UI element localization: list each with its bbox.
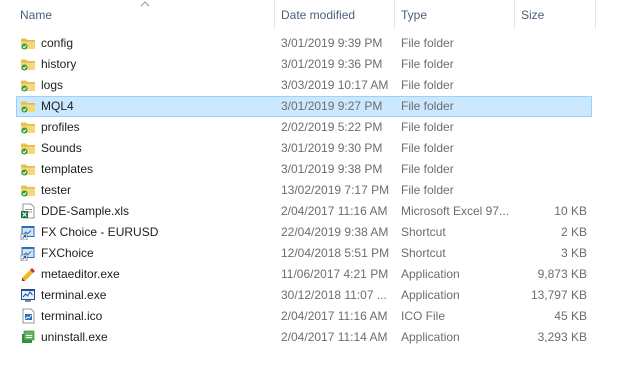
file-date-modified: 3/01/2019 9:36 PM [281, 57, 383, 71]
file-name[interactable]: templates [41, 159, 271, 180]
file-size [515, 96, 587, 117]
file-size: 3,293 KB [537, 330, 587, 344]
file-date-modified: 30/12/2018 11:07 ... [281, 288, 387, 302]
column-header-date-modified[interactable]: Date modified [274, 0, 394, 29]
sort-ascending-icon [140, 0, 150, 7]
file-name[interactable]: MQL4 [41, 96, 271, 117]
file-type: Application [401, 330, 460, 344]
file-size: 45 KB [554, 309, 587, 323]
file-type: File folder [401, 120, 454, 134]
file-name[interactable]: logs [41, 75, 271, 96]
file-row[interactable]: FX Choice - EURUSD 22/04/2019 9:38 AM Shor… [0, 222, 596, 243]
file-name[interactable]: profiles [41, 117, 271, 138]
file-name[interactable]: Sounds [41, 138, 271, 159]
file-date-modified: 2/04/2017 11:16 AM [281, 204, 388, 218]
file-explorer-details-view: Name Date modified Type Size config 3/01/… [0, 0, 639, 373]
file-size [515, 159, 587, 180]
file-name[interactable]: DDE-Sample.xls [41, 201, 271, 222]
file-name[interactable]: uninstall.exe [41, 327, 271, 348]
column-header-size[interactable]: Size [514, 0, 596, 29]
file-row[interactable]: logs 3/03/2019 10:17 AM File folder [0, 75, 596, 96]
folder-icon [20, 182, 36, 198]
editor-app-icon [20, 266, 36, 282]
file-name[interactable]: metaeditor.exe [41, 264, 271, 285]
ico-file-icon [20, 308, 36, 324]
file-type: File folder [401, 78, 454, 92]
folder-icon [20, 35, 36, 51]
file-row[interactable]: tester 13/02/2019 7:17 PM File folder [0, 180, 596, 201]
shortcut-icon [20, 245, 36, 261]
file-type: File folder [401, 183, 454, 197]
file-name[interactable]: FXChoice [41, 243, 271, 264]
file-row[interactable]: MQL4 3/01/2019 9:27 PM File folder [0, 96, 596, 117]
file-date-modified: 3/01/2019 9:27 PM [281, 99, 383, 113]
file-type: ICO File [401, 309, 446, 323]
file-size [515, 54, 587, 75]
file-type: Application [401, 267, 460, 281]
file-type: File folder [401, 57, 454, 71]
folder-icon [20, 140, 36, 156]
file-size [515, 180, 587, 201]
column-divider[interactable] [595, 0, 596, 29]
file-size: 13,797 KB [530, 288, 587, 302]
file-date-modified: 3/01/2019 9:30 PM [281, 141, 383, 155]
file-row[interactable]: uninstall.exe 2/04/2017 11:14 AM Applicati… [0, 327, 596, 348]
excel-file-icon [20, 203, 36, 219]
column-header-type[interactable]: Type [394, 0, 514, 29]
file-date-modified: 2/02/2019 5:22 PM [281, 120, 383, 134]
file-name[interactable]: tester [41, 180, 271, 201]
file-row[interactable]: metaeditor.exe 11/06/2017 4:21 PM Applicat… [0, 264, 596, 285]
file-size: 9,873 KB [537, 267, 587, 281]
file-row[interactable]: templates 3/01/2019 9:38 PM File folder [0, 159, 596, 180]
file-row[interactable]: profiles 2/02/2019 5:22 PM File folder [0, 117, 596, 138]
file-name[interactable]: terminal.exe [41, 285, 271, 306]
file-date-modified: 3/03/2019 10:17 AM [281, 78, 389, 92]
file-row[interactable]: FXChoice 12/04/2018 5:51 PM Shortcut 3 KB [0, 243, 596, 264]
column-header-bar: Name Date modified Type Size [0, 0, 596, 29]
file-size: 3 KB [560, 246, 587, 260]
folder-icon [20, 56, 36, 72]
file-name[interactable]: history [41, 54, 271, 75]
file-date-modified: 2/04/2017 11:14 AM [281, 330, 388, 344]
file-type: Shortcut [401, 246, 446, 260]
folder-icon [20, 77, 36, 93]
file-name[interactable]: terminal.ico [41, 306, 271, 327]
file-type: File folder [401, 162, 454, 176]
folder-icon [20, 98, 36, 114]
uninstall-app-icon [20, 329, 36, 345]
file-size [515, 138, 587, 159]
file-row[interactable]: DDE-Sample.xls 2/04/2017 11:16 AM Microsof… [0, 201, 596, 222]
file-name[interactable]: FX Choice - EURUSD [41, 222, 271, 243]
file-type: Microsoft Excel 97... [401, 204, 510, 218]
file-name[interactable]: config [41, 33, 271, 54]
file-type: Application [401, 288, 460, 302]
file-size: 10 KB [554, 204, 587, 218]
file-date-modified: 11/06/2017 4:21 PM [281, 267, 389, 281]
shortcut-icon [20, 224, 36, 240]
file-date-modified: 22/04/2019 9:38 AM [281, 225, 389, 239]
file-size [515, 117, 587, 138]
file-row[interactable]: history 3/01/2019 9:36 PM File folder [0, 54, 596, 75]
file-row[interactable]: Sounds 3/01/2019 9:30 PM File folder [0, 138, 596, 159]
file-date-modified: 3/01/2019 9:39 PM [281, 36, 383, 50]
folder-icon [20, 161, 36, 177]
file-type: File folder [401, 36, 454, 50]
file-type: File folder [401, 141, 454, 155]
file-type: File folder [401, 99, 454, 113]
file-size [515, 33, 587, 54]
terminal-app-icon [20, 287, 36, 303]
file-list: config 3/01/2019 9:39 PM File folder histor… [0, 33, 596, 348]
file-size: 2 KB [560, 225, 587, 239]
file-size [515, 75, 587, 96]
file-row[interactable]: terminal.ico 2/04/2017 11:16 AM ICO File 45… [0, 306, 596, 327]
file-date-modified: 3/01/2019 9:38 PM [281, 162, 383, 176]
file-row[interactable]: terminal.exe 30/12/2018 11:07 ... Applicat… [0, 285, 596, 306]
folder-icon [20, 119, 36, 135]
file-row[interactable]: config 3/01/2019 9:39 PM File folder [0, 33, 596, 54]
file-date-modified: 2/04/2017 11:16 AM [281, 309, 388, 323]
file-date-modified: 12/04/2018 5:51 PM [281, 246, 390, 260]
file-type: Shortcut [401, 225, 446, 239]
file-date-modified: 13/02/2019 7:17 PM [281, 183, 390, 197]
